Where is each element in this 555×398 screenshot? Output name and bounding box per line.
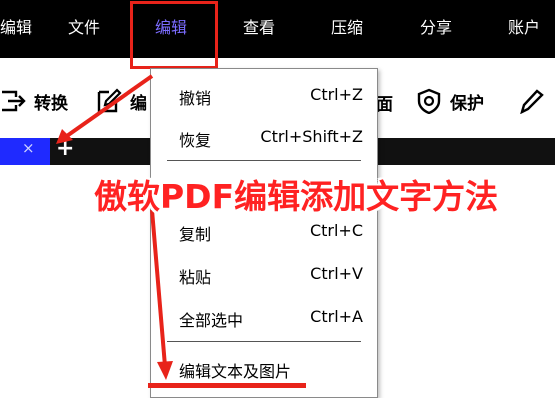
arrow-to-tab (62, 74, 154, 140)
overlay-caption: 傲软PDF编辑添加文字方法 (94, 177, 499, 216)
arrow-to-edit-text (150, 209, 167, 367)
arrow-to-edit-text-head (157, 361, 173, 380)
